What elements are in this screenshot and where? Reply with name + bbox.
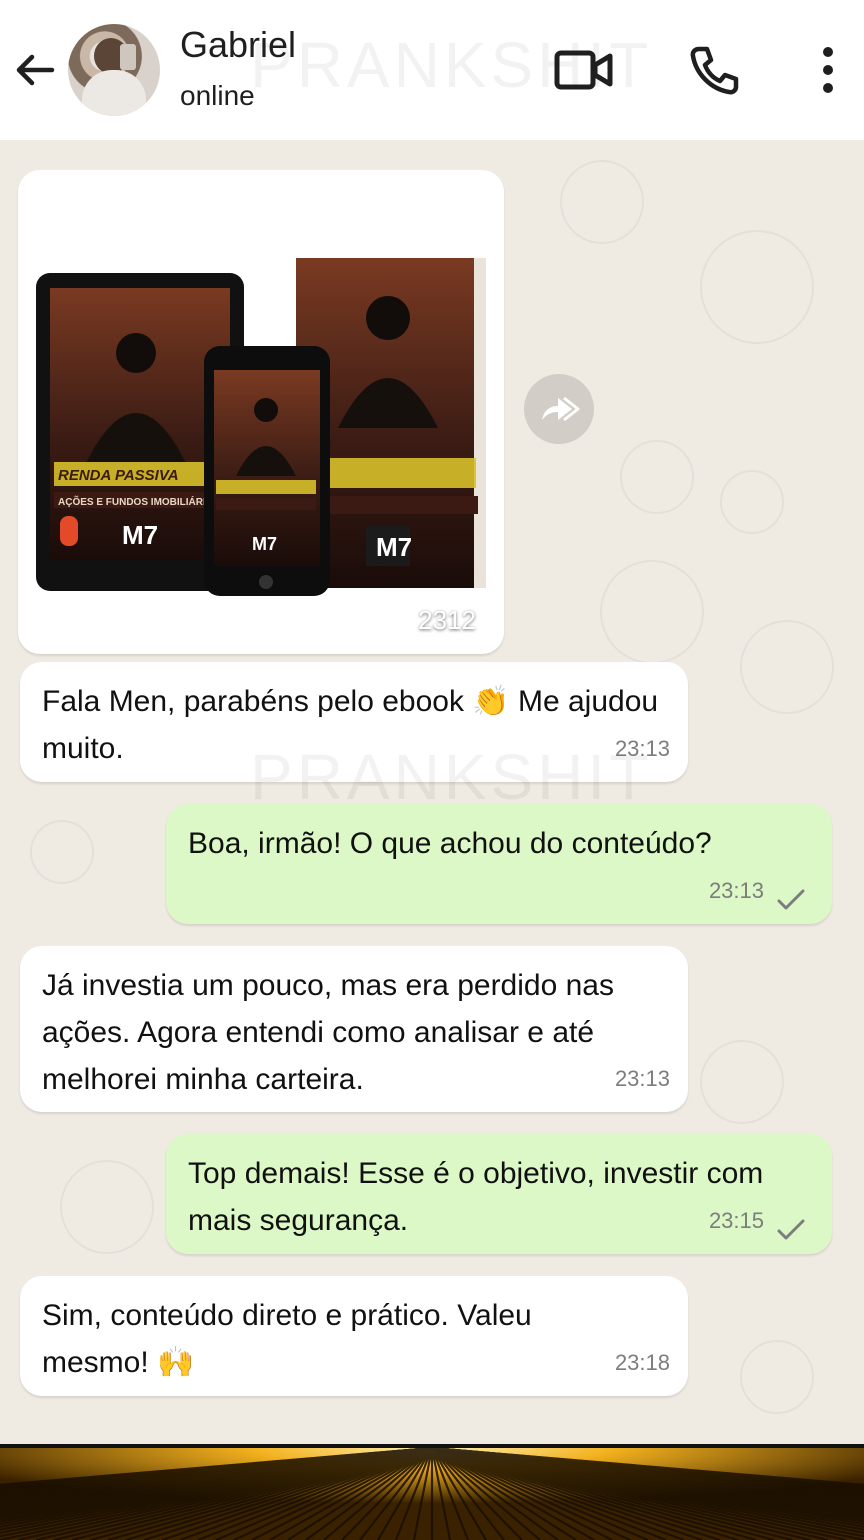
promo-title: RENDA PASSIVA	[58, 467, 179, 484]
contact-name[interactable]: Gabriel	[180, 24, 296, 66]
promo-brand-phone: M7	[252, 534, 277, 554]
menu-button[interactable]	[806, 40, 850, 100]
message-time: 23:18	[614, 1350, 670, 1375]
message-text: Já investia um pouco, mas era perdido na…	[42, 969, 614, 1096]
arrow-left-icon	[16, 54, 55, 86]
sunburst-graphic	[0, 1448, 864, 1540]
promo-brand-tablet: M7	[122, 520, 158, 550]
video-call-button[interactable]	[552, 40, 616, 100]
check-icon	[777, 889, 805, 910]
forward-button[interactable]	[524, 374, 594, 444]
ebook-promo-image[interactable]: M7 RENDA PASSIVA AÇÕES E FUNDOS IMOBILIÁ…	[26, 178, 496, 646]
chat-header: PRANKSHIT Gabriel online	[0, 0, 864, 140]
image-message[interactable]: M7 RENDA PASSIVA AÇÕES E FUNDOS IMOBILIÁ…	[18, 170, 504, 654]
message-bubble-incoming[interactable]: Sim, conteúdo direto e prático. Valeu me…	[20, 1276, 688, 1396]
contact-status: online	[180, 80, 255, 111]
avatar[interactable]	[68, 24, 160, 116]
check-icon	[777, 1219, 805, 1240]
video-camera-icon	[554, 50, 613, 90]
promo-artwork: M7 RENDA PASSIVA AÇÕES E FUNDOS IMOBILIÁ…	[36, 258, 486, 596]
kebab-menu-icon	[823, 47, 833, 93]
promo-brand-book: M7	[376, 532, 412, 562]
message-time: 23:15	[708, 1208, 764, 1233]
phone-icon	[690, 46, 739, 95]
message-text: Boa, irmão! O que achou do conteúdo?	[188, 827, 712, 860]
image-counter: 2312	[418, 605, 476, 635]
chat-area[interactable]: M7 RENDA PASSIVA AÇÕES E FUNDOS IMOBILIÁ…	[0, 140, 864, 1444]
forward-icon	[542, 396, 580, 422]
message-time: 23:13	[614, 1066, 670, 1091]
promo-subtitle: AÇÕES E FUNDOS IMOBILIÁRIOS	[58, 495, 221, 508]
voice-call-button[interactable]	[684, 40, 744, 100]
message-text: Top demais! Esse é o objetivo, investir …	[188, 1157, 764, 1237]
message-text: Sim, conteúdo direto e prático. Valeu me…	[42, 1299, 532, 1379]
message-bubble-outgoing[interactable]: Boa, irmão! O que achou do conteúdo? 23:…	[166, 804, 832, 924]
bottom-banner	[0, 1444, 864, 1540]
message-bubble-incoming[interactable]: Já investia um pouco, mas era perdido na…	[20, 946, 688, 1112]
message-time: 23:13	[708, 878, 764, 903]
back-button[interactable]	[10, 46, 58, 94]
watermark: PRANKSHIT	[250, 741, 653, 813]
message-bubble-outgoing[interactable]: Top demais! Esse é o objetivo, investir …	[166, 1134, 832, 1254]
